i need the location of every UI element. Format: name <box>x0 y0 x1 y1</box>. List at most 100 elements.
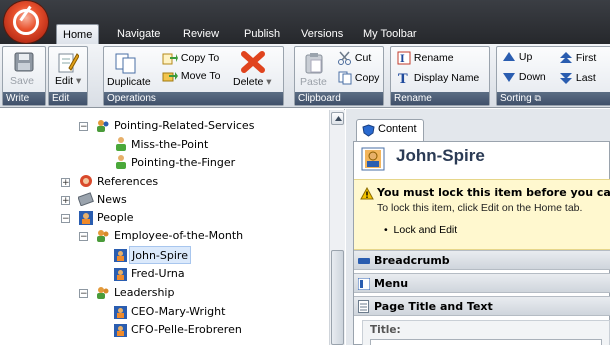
tab-navigate[interactable]: Navigate <box>117 24 160 44</box>
rename-button[interactable]: I Rename <box>397 51 454 65</box>
group-label-edit: Edit <box>49 92 87 105</box>
section-breadcrumb-label: Breadcrumb <box>374 254 450 267</box>
chevron-up-icon <box>335 116 342 121</box>
tree-item-john-spire[interactable]: John-Spire <box>129 246 191 264</box>
tab-publish[interactable]: Publish <box>244 24 280 44</box>
folder-people-icon <box>97 230 109 242</box>
news-icon <box>78 192 94 206</box>
down-button[interactable]: Down <box>502 71 546 83</box>
person-page-large-icon <box>361 147 385 171</box>
tab-review[interactable]: Review <box>183 24 219 44</box>
ribbon-group-clipboard: Paste Cut Copy Clipboard <box>294 46 384 106</box>
warning-title: You must lock this item before you can e <box>377 186 610 199</box>
lock-and-edit-link[interactable]: • Lock and Edit <box>384 224 457 236</box>
people-page-icon <box>79 211 93 225</box>
delete-button[interactable] <box>240 50 266 74</box>
duplicate-label: Duplicate <box>107 76 151 88</box>
display-name-button[interactable]: T Display Name <box>397 71 479 85</box>
folder-people-icon <box>97 120 109 132</box>
ribbon-group-operations: Duplicate Copy To Move To Delete ▾ Opera… <box>103 46 284 106</box>
expand-toggle[interactable]: + <box>61 196 70 206</box>
tree-item-pointing-the-finger[interactable]: Pointing-the-Finger <box>131 154 235 172</box>
dropdown-arrow-icon: ▾ <box>76 75 82 87</box>
save-button[interactable] <box>13 51 35 73</box>
warning-text: To lock this item, click Edit on the Hom… <box>377 202 583 214</box>
breadcrumb-icon <box>358 258 370 264</box>
bullet-icon: • <box>384 224 388 236</box>
move-to-button[interactable]: Move To <box>162 69 220 83</box>
first-button[interactable]: First <box>559 51 596 65</box>
tab-home[interactable]: Home <box>56 24 100 44</box>
tree-item-employee-of-the-month[interactable]: Employee-of-the-Month <box>114 227 243 245</box>
ribbon-group-sorting: Up First Down Last Sorting ⧉ <box>496 46 610 106</box>
move-to-label: Move To <box>180 69 221 82</box>
edit-text: Edit <box>55 75 74 87</box>
copy-label: Copy <box>354 71 380 84</box>
save-icon <box>14 52 34 72</box>
tree-item-miss-the-point[interactable]: Miss-the-Point <box>131 136 208 154</box>
tree-item-fred-urna[interactable]: Fred-Urna <box>131 265 185 283</box>
group-label-operations: Operations <box>104 92 283 105</box>
collapse-toggle[interactable]: − <box>79 122 88 132</box>
collapse-toggle[interactable]: − <box>61 214 70 224</box>
document-icon <box>358 300 369 313</box>
copy-button[interactable]: Copy <box>338 71 379 85</box>
scissors-icon <box>338 51 351 65</box>
person-icon <box>116 137 126 151</box>
tab-content[interactable]: Content <box>356 119 424 141</box>
expand-toggle[interactable]: + <box>61 178 70 188</box>
section-menu[interactable]: Menu <box>354 273 610 293</box>
paste-button[interactable] <box>303 52 325 74</box>
group-label-write: Write <box>3 92 45 105</box>
display-name-icon: T <box>398 72 408 85</box>
content-tab-label: Content <box>378 123 417 135</box>
copy-to-icon <box>162 53 178 65</box>
ribbon-group-rename: I Rename T Display Name Rename <box>390 46 490 106</box>
cut-button[interactable]: Cut <box>338 51 371 65</box>
arrow-up-icon <box>503 52 515 62</box>
tree-item-news[interactable]: News <box>97 191 127 209</box>
tab-my-toolbar[interactable]: My Toolbar <box>363 24 417 44</box>
dialog-launcher-icon[interactable]: ⧉ <box>534 93 540 103</box>
section-menu-label: Menu <box>374 277 409 290</box>
edit-pencil-icon <box>58 53 79 73</box>
section-page-title-and-text[interactable]: Page Title and Text <box>354 296 610 316</box>
edit-button[interactable] <box>57 50 79 74</box>
rename-label: Rename <box>413 51 454 64</box>
last-button[interactable]: Last <box>559 71 596 85</box>
dropdown-arrow-icon: ▾ <box>266 76 272 88</box>
sorting-label-text: Sorting <box>500 93 532 104</box>
application-menu-button[interactable] <box>4 1 48 43</box>
tree-item-ceo-mary-wright[interactable]: CEO-Mary-Wright <box>131 303 225 321</box>
up-label: Up <box>518 51 533 63</box>
down-label: Down <box>518 71 546 83</box>
title-input[interactable] <box>370 339 602 345</box>
folder-people-icon <box>97 287 109 299</box>
section-page-title-label: Page Title and Text <box>374 300 493 313</box>
scroll-up-button[interactable] <box>331 112 344 125</box>
delete-x-icon <box>241 51 265 73</box>
person-page-icon <box>114 268 127 281</box>
tree-item-pointing-related-services[interactable]: Pointing-Related-Services <box>114 117 254 135</box>
duplicate-icon <box>115 53 136 74</box>
paste-icon <box>305 53 323 74</box>
copy-to-button[interactable]: Copy To <box>162 51 219 65</box>
delete-label: Delete ▾ <box>233 76 272 88</box>
tab-versions[interactable]: Versions <box>301 24 343 44</box>
tree-item-leadership[interactable]: Leadership <box>114 284 174 302</box>
item-title: John-Spire <box>396 146 485 165</box>
tree-item-references[interactable]: References <box>97 173 158 191</box>
tree-item-cfo-pelle-erobreren[interactable]: CFO-Pelle-Erobreren <box>131 321 242 339</box>
title-field-label: Title: <box>370 324 401 336</box>
duplicate-button[interactable] <box>114 52 138 74</box>
section-breadcrumb[interactable]: Breadcrumb <box>354 250 610 270</box>
group-label-clipboard: Clipboard <box>295 92 383 105</box>
rename-icon: I <box>397 51 411 65</box>
collapse-toggle[interactable]: − <box>79 289 88 299</box>
collapse-toggle[interactable]: − <box>79 232 88 242</box>
paste-label: Paste <box>300 76 327 88</box>
tree-item-people[interactable]: People <box>97 209 134 227</box>
up-button[interactable]: Up <box>502 51 532 63</box>
content-shield-icon <box>362 124 375 137</box>
scroll-thumb[interactable] <box>331 250 344 345</box>
